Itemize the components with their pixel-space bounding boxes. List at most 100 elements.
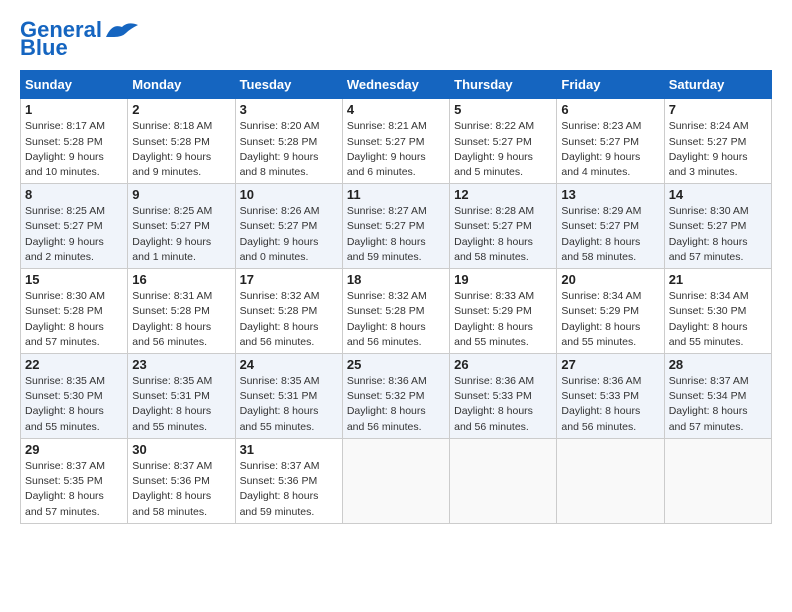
day-number: 20	[561, 272, 659, 287]
day-detail: Sunrise: 8:35 AM Sunset: 5:30 PM Dayligh…	[25, 374, 123, 435]
day-number: 26	[454, 357, 552, 372]
day-detail: Sunrise: 8:34 AM Sunset: 5:30 PM Dayligh…	[669, 289, 767, 350]
day-detail: Sunrise: 8:18 AM Sunset: 5:28 PM Dayligh…	[132, 119, 230, 180]
day-detail: Sunrise: 8:35 AM Sunset: 5:31 PM Dayligh…	[240, 374, 338, 435]
day-number: 25	[347, 357, 445, 372]
calendar-day-cell: 26Sunrise: 8:36 AM Sunset: 5:33 PM Dayli…	[450, 354, 557, 439]
day-number: 13	[561, 187, 659, 202]
calendar-day-cell: 30 Sunrise: 8:37 AM Sunset: 5:36 PM Dayli…	[128, 438, 235, 523]
calendar-day-cell: 1Sunrise: 8:17 AM Sunset: 5:28 PM Daylig…	[21, 99, 128, 184]
calendar-day-cell: 2 Sunrise: 8:18 AM Sunset: 5:28 PM Daylig…	[128, 99, 235, 184]
calendar-day-cell: 20 Sunrise: 8:34 AM Sunset: 5:29 PM Dayli…	[557, 269, 664, 354]
day-detail: Sunrise: 8:28 AM Sunset: 5:27 PM Dayligh…	[454, 204, 552, 265]
empty-cell	[450, 438, 557, 523]
calendar-day-cell: 12 Sunrise: 8:28 AM Sunset: 5:27 PM Dayli…	[450, 184, 557, 269]
day-number: 3	[240, 102, 338, 117]
calendar-day-cell: 25 Sunrise: 8:36 AM Sunset: 5:32 PM Dayli…	[342, 354, 449, 439]
day-number: 5	[454, 102, 552, 117]
calendar-day-cell: 10Sunrise: 8:26 AM Sunset: 5:27 PM Dayli…	[235, 184, 342, 269]
day-number: 24	[240, 357, 338, 372]
day-detail: Sunrise: 8:37 AM Sunset: 5:36 PM Dayligh…	[132, 459, 230, 520]
header: General Blue	[20, 18, 772, 60]
calendar-table: SundayMondayTuesdayWednesdayThursdayFrid…	[20, 70, 772, 523]
empty-cell	[557, 438, 664, 523]
empty-cell	[342, 438, 449, 523]
day-number: 8	[25, 187, 123, 202]
day-detail: Sunrise: 8:33 AM Sunset: 5:29 PM Dayligh…	[454, 289, 552, 350]
page: General Blue SundayMondayTuesdayWednesda…	[0, 0, 792, 534]
day-detail: Sunrise: 8:36 AM Sunset: 5:32 PM Dayligh…	[347, 374, 445, 435]
day-number: 2	[132, 102, 230, 117]
day-detail: Sunrise: 8:30 AM Sunset: 5:27 PM Dayligh…	[669, 204, 767, 265]
weekday-header-tuesday: Tuesday	[235, 71, 342, 99]
day-number: 31	[240, 442, 338, 457]
day-detail: Sunrise: 8:25 AM Sunset: 5:27 PM Dayligh…	[132, 204, 230, 265]
day-number: 7	[669, 102, 767, 117]
day-detail: Sunrise: 8:37 AM Sunset: 5:36 PM Dayligh…	[240, 459, 338, 520]
calendar-day-cell: 7 Sunrise: 8:24 AM Sunset: 5:27 PM Daylig…	[664, 99, 771, 184]
day-detail: Sunrise: 8:34 AM Sunset: 5:29 PM Dayligh…	[561, 289, 659, 350]
day-detail: Sunrise: 8:32 AM Sunset: 5:28 PM Dayligh…	[347, 289, 445, 350]
day-number: 14	[669, 187, 767, 202]
day-number: 4	[347, 102, 445, 117]
day-detail: Sunrise: 8:20 AM Sunset: 5:28 PM Dayligh…	[240, 119, 338, 180]
day-detail: Sunrise: 8:37 AM Sunset: 5:34 PM Dayligh…	[669, 374, 767, 435]
day-detail: Sunrise: 8:25 AM Sunset: 5:27 PM Dayligh…	[25, 204, 123, 265]
day-number: 11	[347, 187, 445, 202]
day-number: 30	[132, 442, 230, 457]
calendar-day-cell: 24 Sunrise: 8:35 AM Sunset: 5:31 PM Dayli…	[235, 354, 342, 439]
day-detail: Sunrise: 8:17 AM Sunset: 5:28 PM Dayligh…	[25, 119, 123, 180]
calendar-day-cell: 28 Sunrise: 8:37 AM Sunset: 5:34 PM Dayli…	[664, 354, 771, 439]
calendar-day-cell: 29 Sunrise: 8:37 AM Sunset: 5:35 PM Dayli…	[21, 438, 128, 523]
weekday-header-row: SundayMondayTuesdayWednesdayThursdayFrid…	[21, 71, 772, 99]
weekday-header-friday: Friday	[557, 71, 664, 99]
weekday-header-sunday: Sunday	[21, 71, 128, 99]
calendar-week-row: 29 Sunrise: 8:37 AM Sunset: 5:35 PM Dayli…	[21, 438, 772, 523]
day-detail: Sunrise: 8:32 AM Sunset: 5:28 PM Dayligh…	[240, 289, 338, 350]
calendar-day-cell: 23Sunrise: 8:35 AM Sunset: 5:31 PM Dayli…	[128, 354, 235, 439]
day-number: 12	[454, 187, 552, 202]
day-detail: Sunrise: 8:37 AM Sunset: 5:35 PM Dayligh…	[25, 459, 123, 520]
calendar-day-cell: 3 Sunrise: 8:20 AM Sunset: 5:28 PM Daylig…	[235, 99, 342, 184]
day-number: 10	[240, 187, 338, 202]
calendar-day-cell: 6Sunrise: 8:23 AM Sunset: 5:27 PM Daylig…	[557, 99, 664, 184]
calendar-day-cell: 11 Sunrise: 8:27 AM Sunset: 5:27 PM Dayli…	[342, 184, 449, 269]
calendar-week-row: 1Sunrise: 8:17 AM Sunset: 5:28 PM Daylig…	[21, 99, 772, 184]
calendar-day-cell: 14 Sunrise: 8:30 AM Sunset: 5:27 PM Dayli…	[664, 184, 771, 269]
calendar-day-cell: 31 Sunrise: 8:37 AM Sunset: 5:36 PM Dayli…	[235, 438, 342, 523]
day-number: 9	[132, 187, 230, 202]
day-number: 15	[25, 272, 123, 287]
day-detail: Sunrise: 8:27 AM Sunset: 5:27 PM Dayligh…	[347, 204, 445, 265]
weekday-header-thursday: Thursday	[450, 71, 557, 99]
logo-blue: Blue	[20, 36, 68, 60]
day-detail: Sunrise: 8:24 AM Sunset: 5:27 PM Dayligh…	[669, 119, 767, 180]
calendar-day-cell: 5 Sunrise: 8:22 AM Sunset: 5:27 PM Daylig…	[450, 99, 557, 184]
calendar-day-cell: 21Sunrise: 8:34 AM Sunset: 5:30 PM Dayli…	[664, 269, 771, 354]
calendar-day-cell: 27Sunrise: 8:36 AM Sunset: 5:33 PM Dayli…	[557, 354, 664, 439]
weekday-header-wednesday: Wednesday	[342, 71, 449, 99]
calendar-day-cell: 17Sunrise: 8:32 AM Sunset: 5:28 PM Dayli…	[235, 269, 342, 354]
day-detail: Sunrise: 8:36 AM Sunset: 5:33 PM Dayligh…	[561, 374, 659, 435]
day-number: 23	[132, 357, 230, 372]
day-number: 28	[669, 357, 767, 372]
calendar-day-cell: 22 Sunrise: 8:35 AM Sunset: 5:30 PM Dayli…	[21, 354, 128, 439]
day-number: 22	[25, 357, 123, 372]
calendar-week-row: 22 Sunrise: 8:35 AM Sunset: 5:30 PM Dayli…	[21, 354, 772, 439]
day-detail: Sunrise: 8:31 AM Sunset: 5:28 PM Dayligh…	[132, 289, 230, 350]
day-number: 16	[132, 272, 230, 287]
calendar-week-row: 15Sunrise: 8:30 AM Sunset: 5:28 PM Dayli…	[21, 269, 772, 354]
day-number: 18	[347, 272, 445, 287]
calendar-day-cell: 8 Sunrise: 8:25 AM Sunset: 5:27 PM Daylig…	[21, 184, 128, 269]
empty-cell	[664, 438, 771, 523]
weekday-header-monday: Monday	[128, 71, 235, 99]
day-detail: Sunrise: 8:22 AM Sunset: 5:27 PM Dayligh…	[454, 119, 552, 180]
calendar-week-row: 8 Sunrise: 8:25 AM Sunset: 5:27 PM Daylig…	[21, 184, 772, 269]
calendar-day-cell: 18 Sunrise: 8:32 AM Sunset: 5:28 PM Dayli…	[342, 269, 449, 354]
calendar-day-cell: 13Sunrise: 8:29 AM Sunset: 5:27 PM Dayli…	[557, 184, 664, 269]
calendar-day-cell: 16 Sunrise: 8:31 AM Sunset: 5:28 PM Dayli…	[128, 269, 235, 354]
day-detail: Sunrise: 8:21 AM Sunset: 5:27 PM Dayligh…	[347, 119, 445, 180]
day-number: 29	[25, 442, 123, 457]
day-number: 6	[561, 102, 659, 117]
calendar-day-cell: 15Sunrise: 8:30 AM Sunset: 5:28 PM Dayli…	[21, 269, 128, 354]
calendar-day-cell: 4 Sunrise: 8:21 AM Sunset: 5:27 PM Daylig…	[342, 99, 449, 184]
